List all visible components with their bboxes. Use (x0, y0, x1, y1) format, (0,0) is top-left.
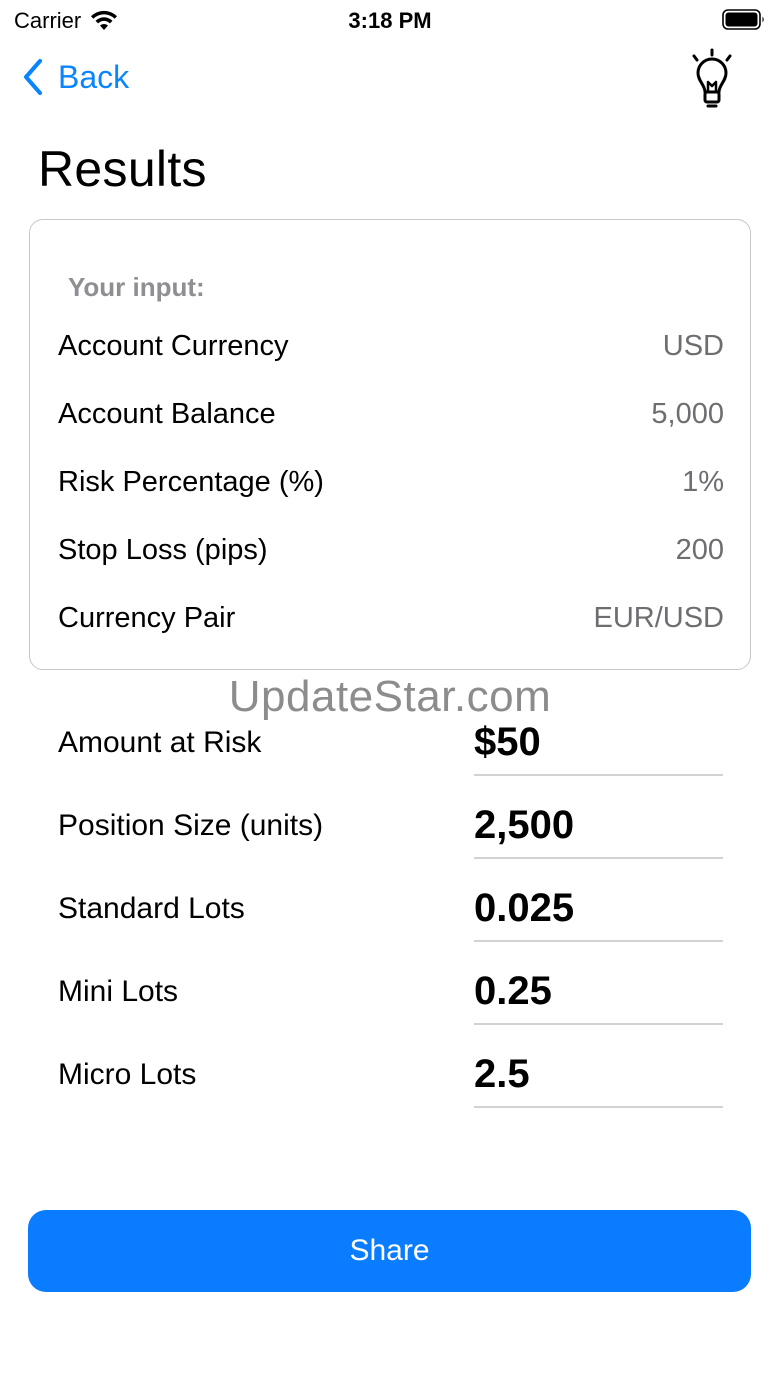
result-row-position-size: Position Size (units) 2,500 (58, 803, 723, 881)
status-time: 3:18 PM (348, 8, 432, 33)
battery-icon (722, 9, 764, 30)
input-row-account-balance: Account Balance 5,000 (58, 398, 724, 431)
result-value: 0.025 (474, 886, 575, 930)
result-label: Position Size (units) (58, 809, 324, 842)
result-row-mini-lots: Mini Lots 0.25 (58, 969, 723, 1047)
input-heading: Your input: (68, 272, 205, 302)
page-title: Results (38, 141, 207, 197)
result-label: Amount at Risk (58, 726, 262, 759)
status-bar: Carrier 3:18 PM (0, 0, 780, 44)
result-row-amount-at-risk: Amount at Risk $50 (58, 720, 723, 798)
result-label: Mini Lots (58, 975, 179, 1008)
input-value: USD (662, 330, 724, 362)
result-row-standard-lots: Standard Lots 0.025 (58, 886, 723, 964)
input-value: 1% (682, 466, 724, 498)
result-label: Standard Lots (58, 892, 245, 925)
back-button[interactable]: Back (22, 58, 129, 96)
result-value: 2,500 (474, 803, 575, 847)
input-row-currency-pair: Currency Pair EUR/USD (58, 602, 724, 635)
input-value: 200 (675, 534, 724, 566)
input-label: Account Currency (58, 330, 289, 362)
input-label: Risk Percentage (%) (58, 466, 324, 498)
result-divider (474, 857, 723, 859)
watermark: UpdateStar.com (228, 672, 552, 721)
lightbulb-icon[interactable] (686, 48, 738, 112)
result-label: Micro Lots (58, 1058, 197, 1091)
input-label: Currency Pair (58, 602, 236, 634)
input-value: EUR/USD (593, 602, 724, 634)
input-label: Account Balance (58, 398, 276, 430)
result-value: 0.25 (474, 969, 552, 1013)
input-row-risk-percentage: Risk Percentage (%) 1% (58, 466, 724, 499)
result-value: $50 (474, 720, 541, 764)
share-button[interactable]: Share (28, 1210, 751, 1292)
result-row-micro-lots: Micro Lots 2.5 (58, 1052, 723, 1130)
input-value: 5,000 (651, 398, 724, 430)
input-row-stop-loss: Stop Loss (pips) 200 (58, 534, 724, 567)
result-divider (474, 1023, 723, 1025)
input-summary-card: Your input: Account Currency USD Account… (29, 219, 751, 670)
input-label: Stop Loss (pips) (58, 534, 268, 566)
result-value: 2.5 (474, 1052, 530, 1096)
result-divider (474, 1106, 723, 1108)
input-row-account-currency: Account Currency USD (58, 330, 724, 363)
result-divider (474, 774, 723, 776)
chevron-left-icon (24, 59, 42, 95)
result-divider (474, 940, 723, 942)
back-label: Back (58, 58, 130, 95)
